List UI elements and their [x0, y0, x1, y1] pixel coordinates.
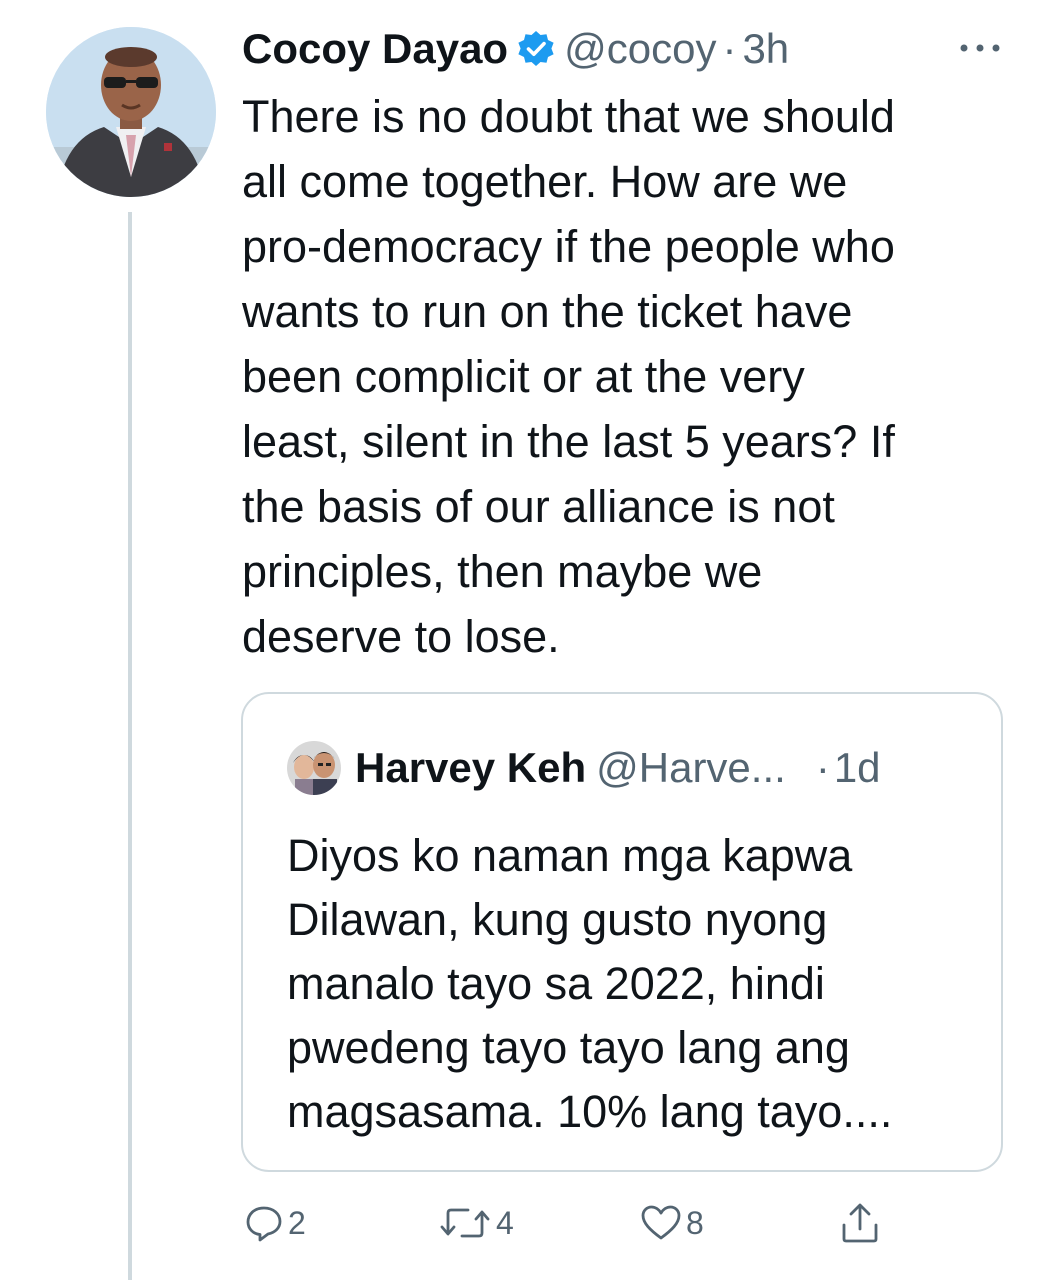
quoted-author-handle[interactable]: @Harve...	[596, 744, 786, 792]
tweet-header: Cocoy Dayao @cocoy · 3h	[242, 24, 789, 74]
quoted-text-line: pwedeng tayo tayo lang ang	[287, 1022, 850, 1073]
tweet-text: There is no doubt that we should all com…	[242, 84, 1022, 669]
verified-badge-icon	[516, 29, 556, 69]
reply-icon	[244, 1203, 284, 1243]
thread-line	[128, 212, 132, 1280]
retweet-count: 4	[496, 1204, 514, 1241]
quoted-text-line: Diyos ko naman mga kapwa	[287, 830, 853, 881]
author-handle[interactable]: @cocoy	[564, 25, 716, 73]
quoted-text-line: Dilawan, kung gusto nyong	[287, 894, 828, 945]
reply-button[interactable]: 2	[244, 1198, 306, 1248]
quoted-tweet-card[interactable]: Harvey Keh @Harve... · 1d Diyos ko naman…	[241, 692, 1003, 1172]
tweet-text-line: wants to run on the ticket have	[242, 286, 853, 337]
heart-icon	[640, 1203, 682, 1243]
tweet-text-line: least, silent in the last 5 years? If	[242, 416, 895, 467]
tweet-text-line: There is no doubt that we should	[242, 91, 895, 142]
tweet-time[interactable]: 3h	[742, 25, 789, 73]
quoted-tweet-text: Diyos ko naman mga kapwa Dilawan, kung g…	[287, 824, 977, 1144]
reply-count: 2	[288, 1204, 306, 1241]
quoted-separator-dot: ·	[815, 744, 830, 791]
author-avatar[interactable]	[46, 27, 216, 197]
tweet-text-line: all come together. How are we	[242, 156, 848, 207]
quoted-text-line: magsasama. 10% lang tayo....	[287, 1086, 893, 1137]
share-button[interactable]	[838, 1198, 882, 1248]
author-display-name[interactable]: Cocoy Dayao	[242, 25, 508, 73]
tweet-text-line: the basis of our alliance is not	[242, 481, 835, 532]
share-icon	[838, 1201, 882, 1245]
tweet-text-line: pro-democracy if the people who	[242, 221, 895, 272]
retweet-button[interactable]: 4	[438, 1198, 514, 1248]
more-dots-icon[interactable]	[958, 40, 1002, 56]
quoted-text-line: manalo tayo sa 2022, hindi	[287, 958, 825, 1009]
quoted-author-avatar	[287, 741, 341, 795]
quoted-author-display-name[interactable]: Harvey Keh	[355, 744, 586, 792]
like-count: 8	[686, 1204, 704, 1241]
like-button[interactable]: 8	[640, 1198, 704, 1248]
tweet-text-line: principles, then maybe we	[242, 546, 763, 597]
tweet-text-line: been complicit or at the very	[242, 351, 805, 402]
quoted-tweet-time[interactable]: 1d	[834, 744, 881, 792]
quoted-tweet-header: Harvey Keh @Harve... · 1d	[287, 738, 881, 798]
tweet-text-line: deserve to lose.	[242, 611, 560, 662]
separator-dot: ·	[722, 25, 737, 72]
retweet-icon	[438, 1203, 492, 1243]
